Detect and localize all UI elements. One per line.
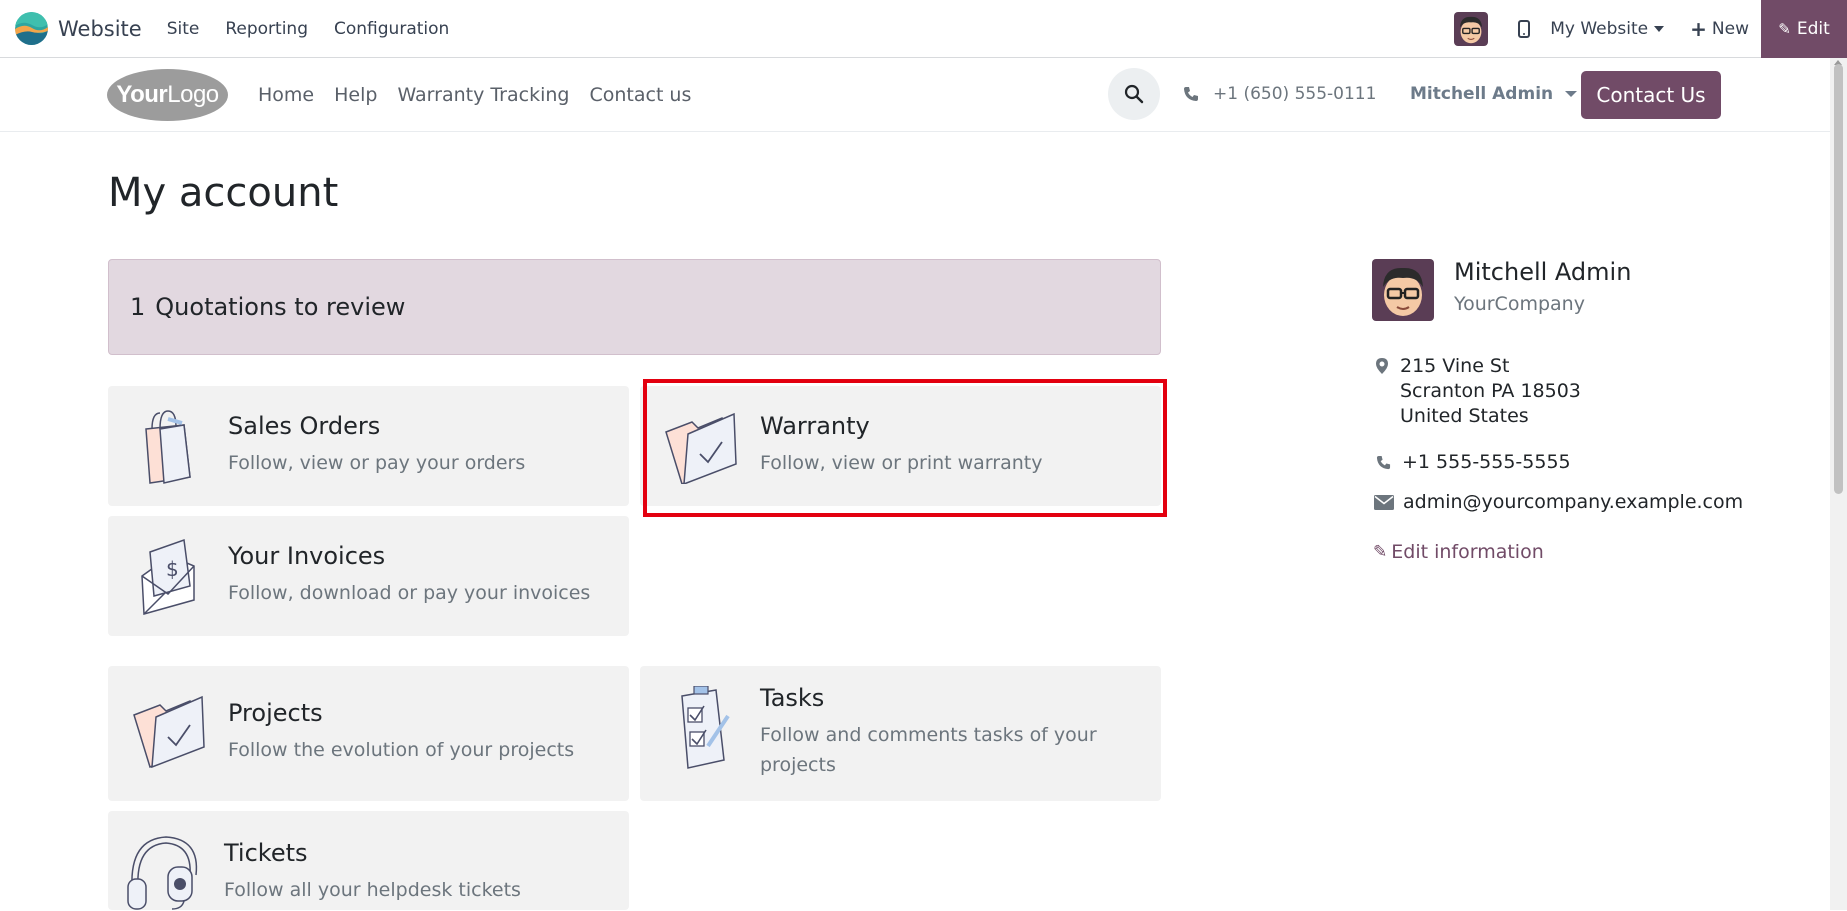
invoice-envelope-icon: $ (141, 538, 195, 615)
site-logo-light: Logo (167, 80, 219, 108)
address-line: 215 Vine St (1400, 355, 1510, 377)
profile-company: YourCompany (1454, 293, 1585, 315)
quotations-banner[interactable]: 1 Quotations to review (108, 259, 1161, 355)
page-scrollbar[interactable] (1830, 58, 1847, 910)
nav-warranty-tracking[interactable]: Warranty Tracking (397, 84, 569, 106)
user-menu-label: Mitchell Admin (1410, 84, 1554, 104)
address-line: United States (1400, 405, 1529, 427)
menu-configuration[interactable]: Configuration (321, 19, 462, 39)
card-tasks[interactable]: Tasks Follow and comments tasks of your … (640, 666, 1161, 801)
edit-information-link[interactable]: ✎ Edit information (1373, 541, 1544, 563)
pencil-icon: ✎ (1778, 19, 1791, 38)
card-title: Sales Orders (228, 412, 381, 440)
site-logo[interactable]: Your Logo (107, 68, 228, 121)
phone-icon (1184, 87, 1198, 101)
profile-name: Mitchell Admin (1454, 258, 1632, 286)
svg-text:$: $ (166, 557, 179, 581)
nav-help[interactable]: Help (334, 84, 377, 106)
header-phone-number: +1 (650) 555-0111 (1213, 84, 1377, 104)
website-selector-label: My Website (1550, 18, 1649, 39)
card-description: Follow the evolution of your projects (228, 739, 575, 761)
avatar (1372, 259, 1434, 321)
profile-phone-number: +1 555-555-5555 (1402, 451, 1571, 473)
nav-contact-us[interactable]: Contact us (589, 84, 691, 106)
website-app-icon (15, 12, 48, 45)
card-projects[interactable]: Projects Follow the evolution of your pr… (108, 666, 629, 801)
folder-check-icon (665, 412, 737, 484)
new-button-label: New (1711, 18, 1749, 39)
card-description: Follow, download or pay your invoices (228, 582, 591, 604)
card-title: Tasks (760, 684, 825, 712)
folder-check-icon (133, 695, 205, 768)
headset-icon (127, 836, 198, 910)
new-button[interactable]: + New (1690, 17, 1749, 41)
pencil-icon: ✎ (1373, 542, 1388, 562)
website-header: Your Logo Home Help Warranty Tracking Con… (0, 58, 1830, 132)
contact-us-button[interactable]: Contact Us (1581, 71, 1721, 119)
profile-address: 215 Vine St Scranton PA 18503 United Sta… (1400, 354, 1581, 429)
envelope-icon (1374, 494, 1394, 510)
address-line: Scranton PA 18503 (1400, 380, 1581, 402)
menu-site[interactable]: Site (154, 19, 213, 39)
card-your-invoices[interactable]: $ Your Invoices Follow, download or pay … (108, 516, 629, 636)
card-description: Follow and comments tasks of your projec… (760, 724, 1097, 776)
card-title: Your Invoices (228, 542, 386, 570)
search-button[interactable] (1108, 68, 1160, 120)
quotations-label: Quotations to review (155, 293, 406, 321)
user-avatar-small[interactable] (1454, 11, 1489, 46)
scrollbar-thumb[interactable] (1834, 64, 1843, 494)
profile-phone: +1 555-555-5555 (1376, 451, 1571, 473)
profile-email: admin@yourcompany.example.com (1374, 491, 1743, 513)
top-right-controls: My Website + New ✎ Edit (1454, 0, 1847, 58)
card-title: Tickets (224, 839, 308, 867)
menu-reporting[interactable]: Reporting (212, 19, 321, 39)
chevron-down-icon (1565, 91, 1578, 97)
phone-icon (1376, 455, 1391, 469)
site-nav: Home Help Warranty Tracking Contact us (258, 84, 711, 106)
card-description: Follow all your helpdesk tickets (224, 879, 521, 901)
edit-information-label: Edit information (1391, 541, 1544, 563)
app-brand[interactable]: Website (15, 12, 142, 45)
nav-home[interactable]: Home (258, 84, 314, 106)
search-icon (1124, 84, 1144, 104)
profile-email-address: admin@yourcompany.example.com (1403, 491, 1744, 513)
website-selector[interactable]: My Website (1550, 18, 1665, 39)
top-menu: Site Reporting Configuration (154, 19, 463, 39)
quotations-count: 1 (130, 293, 146, 321)
card-description: Follow, view or print warranty (760, 452, 1043, 474)
user-menu[interactable]: Mitchell Admin (1410, 84, 1578, 104)
map-marker-icon (1376, 358, 1388, 374)
site-logo-bold: Your (116, 80, 168, 108)
card-warranty[interactable]: Warranty Follow, view or print warranty (640, 386, 1161, 506)
card-description: Follow, view or pay your orders (228, 452, 526, 474)
plus-icon: + (1690, 16, 1707, 41)
checklist-icon (681, 686, 730, 769)
header-phone[interactable]: +1 (650) 555-0111 (1183, 84, 1376, 104)
app-name: Website (58, 16, 142, 41)
card-sales-orders[interactable]: Sales Orders Follow, view or pay your or… (108, 386, 629, 506)
card-tickets[interactable]: Tickets Follow all your helpdesk tickets (108, 811, 629, 910)
odoo-top-bar: Website Site Reporting Configuration My … (0, 0, 1847, 58)
page-title: My account (108, 170, 339, 216)
card-title: Warranty (760, 412, 870, 440)
chevron-down-icon (1654, 25, 1665, 32)
shopping-bag-icon (145, 410, 191, 484)
edit-button-label: Edit (1796, 18, 1830, 39)
edit-button[interactable]: ✎ Edit (1761, 0, 1847, 58)
mobile-preview-icon[interactable] (1518, 19, 1531, 38)
card-title: Projects (228, 699, 323, 727)
